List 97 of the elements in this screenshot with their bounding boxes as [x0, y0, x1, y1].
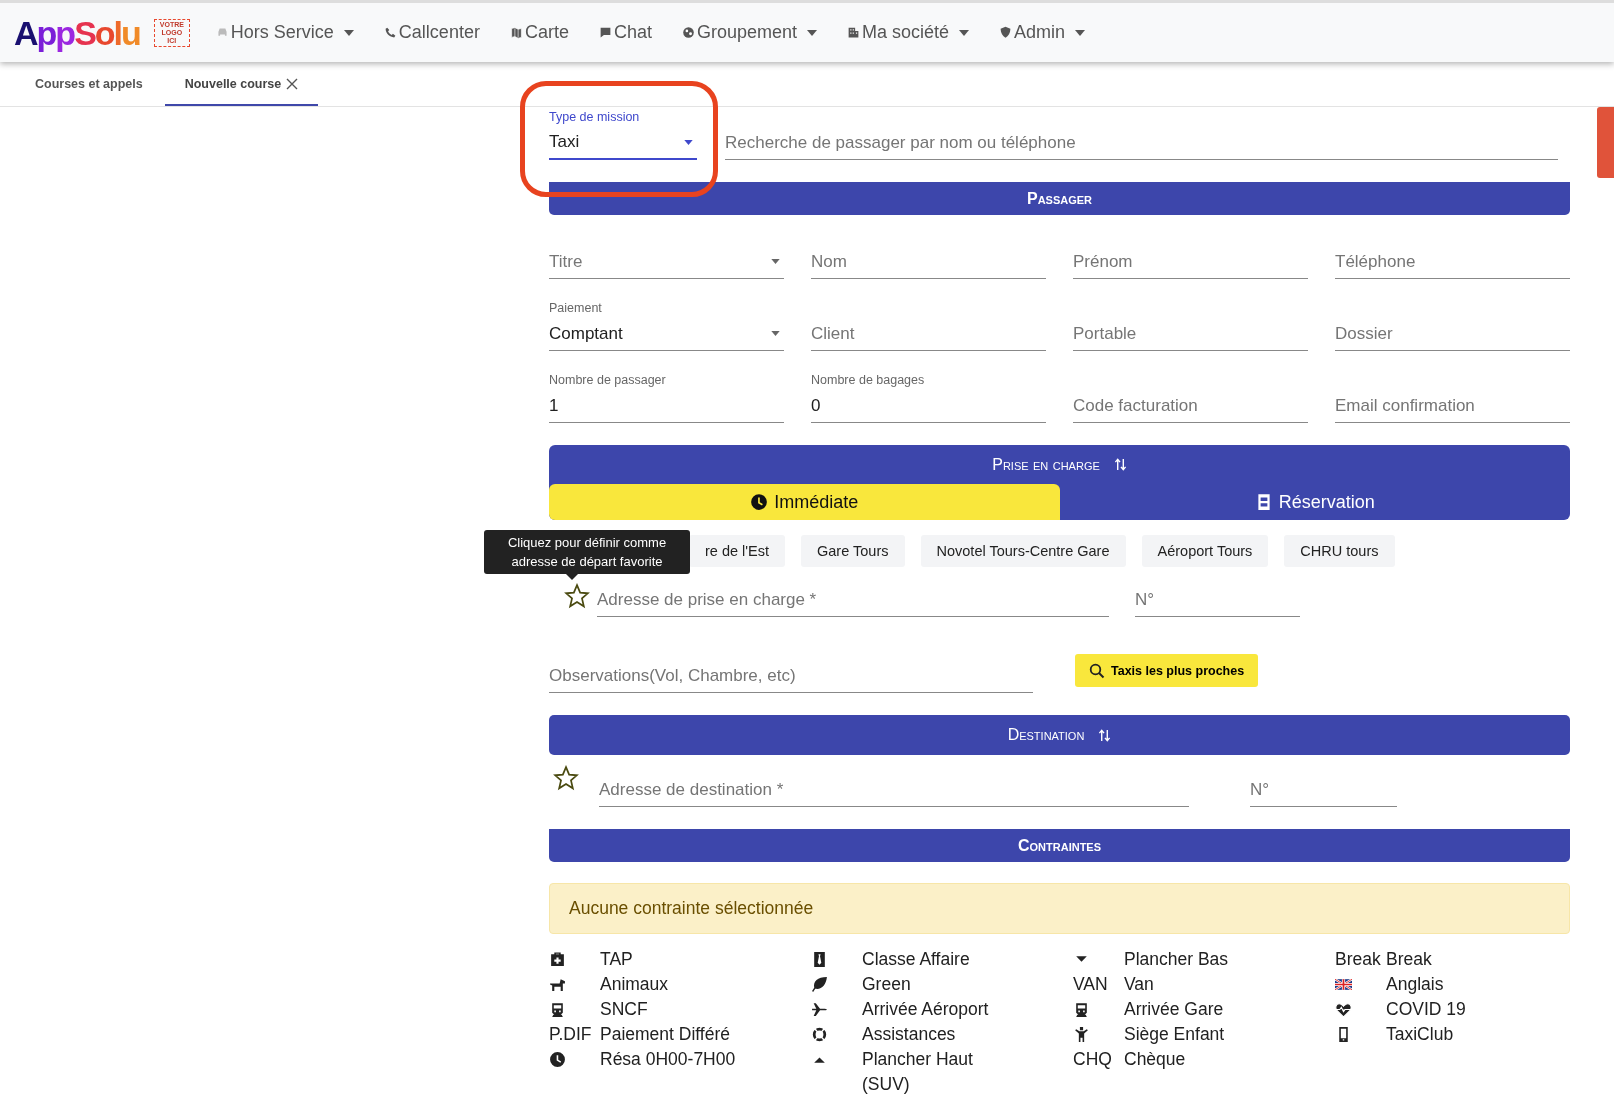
lifebuoy-icon	[811, 1026, 828, 1043]
street-number-field[interactable]: N°	[1135, 583, 1300, 617]
tooltip-arrow-icon	[566, 574, 578, 580]
phone-icon	[383, 26, 397, 39]
nav-menu-item[interactable]: Callcenter	[383, 22, 480, 43]
shield-icon	[999, 26, 1013, 39]
tie-icon	[811, 951, 828, 968]
heartbeat-icon	[1335, 1001, 1352, 1018]
constraint-label[interactable]: Plancher Haut (SUV)	[862, 1047, 1022, 1097]
street-number-field[interactable]: N°	[1250, 773, 1397, 807]
flag-icon	[1335, 976, 1352, 993]
leaf-icon	[811, 976, 828, 993]
constraint-label[interactable]: Break	[1386, 947, 1432, 972]
plane-icon	[811, 1001, 828, 1018]
child-icon	[1073, 1026, 1090, 1043]
passenger-search-field[interactable]: Recherche de passager par nom ou téléphone	[725, 126, 1558, 160]
swap-arrows-icon[interactable]	[1098, 727, 1112, 743]
caret-icon	[684, 139, 693, 145]
constraint-label[interactable]: Plancher Bas	[1124, 947, 1229, 972]
constraint-label[interactable]: Anglais	[1386, 972, 1444, 997]
constraint-label[interactable]: Paiement Différé	[600, 1022, 731, 1047]
nearest-taxis-button[interactable]: Taxis les plus proches	[1075, 654, 1259, 687]
constraint-label[interactable]: TaxiClub	[1386, 1022, 1454, 1047]
section-title: Prise en charge	[992, 455, 1100, 474]
tooltip: Cliquez pour définir comme adresse de départ favorite	[484, 530, 690, 574]
building-icon	[847, 26, 860, 39]
favorite-address-chip[interactable]: Novotel Tours-Centre Gare	[920, 535, 1126, 567]
constraint-label[interactable]: Animaux	[600, 972, 669, 997]
select-field[interactable]: Comptant	[549, 317, 784, 351]
constraint-label[interactable]: COVID 19	[1386, 997, 1466, 1022]
input-field[interactable]: Portable	[1073, 317, 1308, 351]
mode-tab[interactable]: Immédiate	[549, 484, 1060, 520]
constraint-code: VAN	[1073, 973, 1108, 996]
constraint-label[interactable]: Green	[862, 972, 911, 997]
caret-icon	[771, 259, 780, 264]
constraint-label[interactable]: Classe Affaire	[862, 947, 970, 972]
section-header: Contraintes	[549, 829, 1570, 862]
constraint-code: CHQ	[1073, 1048, 1112, 1071]
favorite-address-chip[interactable]: re de l'Est	[689, 535, 786, 567]
constraint-label[interactable]: Siège Enfant	[1124, 1022, 1225, 1047]
favorite-address-chip[interactable]: CHRU tours	[1284, 535, 1395, 567]
tab[interactable]: Courses et appels	[15, 64, 163, 106]
train-icon	[549, 1001, 566, 1018]
caret-icon	[771, 331, 780, 336]
constraint-label[interactable]: Van	[1124, 972, 1154, 997]
mission-select[interactable]: Taxi	[549, 126, 697, 160]
field-label: Paiement	[549, 301, 603, 317]
constraint-label[interactable]: Assistances	[862, 1022, 956, 1047]
nav-menu-item[interactable]: Carte	[509, 22, 569, 43]
constraint-code: Break	[1335, 948, 1381, 971]
car-icon	[215, 26, 229, 39]
constraint-label[interactable]: Arrivée Aéroport	[862, 997, 989, 1022]
input-field[interactable]: Nom	[811, 245, 1046, 279]
map-icon	[509, 26, 523, 39]
constraint-label[interactable]: SNCF	[600, 997, 648, 1022]
nav-menu-item[interactable]: Ma société	[847, 22, 970, 43]
swap-arrows-icon[interactable]	[1113, 457, 1127, 472]
input-field[interactable]: 0	[811, 389, 1046, 423]
field-label: Type de mission	[549, 110, 641, 126]
constraint-code: P.DIF	[549, 1023, 592, 1046]
chat-icon	[598, 26, 612, 39]
input-field[interactable]: Téléphone	[1335, 245, 1570, 279]
constraint-label[interactable]: TAP	[600, 947, 633, 972]
observations-field[interactable]: Observations(Vol, Chambre, etc)	[549, 659, 1033, 693]
constraint-label[interactable]: Arrivée Gare	[1124, 997, 1224, 1022]
clock-icon	[750, 493, 769, 511]
medical-kit-icon	[549, 951, 566, 968]
star-icon[interactable]	[564, 583, 590, 609]
section-title: Destination	[1007, 726, 1085, 744]
tab[interactable]: Nouvelle course	[164, 64, 319, 106]
nav-menu-item[interactable]: Groupement	[681, 22, 817, 43]
section-header: Passager	[549, 182, 1570, 215]
favorite-address-chip[interactable]: Aéroport Tours	[1141, 535, 1269, 567]
nav-menu-item[interactable]: Admin	[999, 22, 1086, 43]
nav-menu-item[interactable]: Chat	[598, 22, 652, 43]
star-icon[interactable]	[553, 765, 579, 791]
destination-address-field[interactable]: Adresse de destination *	[599, 773, 1189, 807]
constraint-label[interactable]: Chèque	[1124, 1047, 1186, 1072]
close-icon[interactable]	[286, 78, 299, 90]
constraint-label[interactable]: Résa 0H00-7H00	[600, 1047, 736, 1072]
input-field[interactable]: Dossier	[1335, 317, 1570, 351]
select-field[interactable]: Titre	[549, 245, 784, 279]
train-icon	[1073, 1001, 1090, 1018]
favorite-address-chip[interactable]: Gare Tours	[801, 535, 905, 567]
input-field[interactable]: Email confirmation	[1335, 389, 1570, 423]
pickup-address-field[interactable]: Adresse de prise en charge *	[597, 583, 1109, 617]
search-icon	[1089, 662, 1105, 679]
app-logo[interactable]: AppSolu	[14, 12, 140, 53]
alert-message: Aucune contrainte sélectionnée	[549, 883, 1570, 934]
input-field[interactable]: Code facturation	[1073, 389, 1308, 423]
clock-icon	[549, 1051, 566, 1068]
mode-tab[interactable]: Réservation	[1059, 484, 1570, 520]
field-label: Nombre de passager	[549, 373, 667, 389]
field-label: Nombre de bagages	[811, 373, 926, 389]
input-field[interactable]: Prénom	[1073, 245, 1308, 279]
input-field[interactable]: Client	[811, 317, 1046, 351]
input-field[interactable]: 1	[549, 389, 784, 423]
